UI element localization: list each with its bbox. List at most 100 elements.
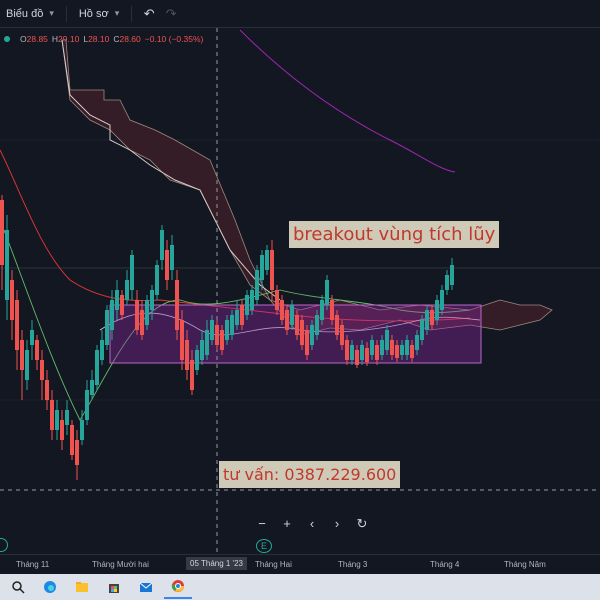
candle-body — [235, 310, 239, 325]
candle-body — [165, 250, 169, 280]
candle-body — [435, 300, 439, 320]
candle-body — [275, 290, 279, 310]
candle-body — [390, 340, 394, 355]
chart-controls: − + ‹ › ↻ — [250, 514, 375, 534]
store-icon — [109, 584, 119, 593]
candle-body — [40, 360, 44, 380]
candle-body — [340, 325, 344, 345]
reset-chart-button[interactable]: ↻ — [350, 514, 374, 534]
candle-body — [210, 320, 214, 340]
chevron-down-icon: ▾ — [114, 8, 120, 18]
candle-body — [425, 310, 429, 330]
candle-body — [315, 315, 319, 335]
redo-icon[interactable]: ↷ — [160, 6, 182, 22]
candle-body — [125, 280, 129, 300]
toolbar-divider — [131, 5, 133, 22]
candle-body — [375, 345, 379, 360]
candle-body — [350, 345, 354, 360]
candle-body — [225, 320, 229, 340]
windows-taskbar — [0, 574, 600, 600]
time-tick: Tháng Mười hai — [92, 560, 149, 569]
candle-body — [365, 348, 369, 362]
candle-body — [345, 340, 349, 360]
scroll-left-button[interactable]: ‹ — [300, 514, 324, 534]
candle-body — [105, 310, 109, 345]
candle-body — [215, 325, 219, 345]
chart-menu-label: Biểu đồ — [6, 7, 44, 20]
time-tick: Tháng 11 — [16, 560, 50, 569]
candle-body — [115, 290, 119, 310]
candle-body — [120, 295, 124, 315]
candle-body — [240, 305, 244, 325]
profile-menu-button[interactable]: Hồ sơ ▾ — [73, 0, 125, 28]
candle-body — [180, 320, 184, 360]
event-marker-icon[interactable]: E — [256, 539, 272, 553]
ma-long-line — [239, 29, 456, 173]
candle-body — [100, 340, 104, 360]
candle-body — [360, 345, 364, 360]
candle-body — [35, 340, 39, 360]
search-taskbar-button[interactable] — [4, 575, 32, 599]
edge-taskbar-button[interactable] — [36, 575, 64, 599]
candle-body — [405, 340, 409, 355]
scroll-right-button[interactable]: › — [325, 514, 349, 534]
breakout-annotation[interactable]: breakout vùng tích lũy — [289, 221, 500, 248]
candle-body — [245, 295, 249, 315]
candle-body — [200, 340, 204, 360]
candle-body — [160, 230, 164, 260]
candle-body — [320, 300, 324, 320]
candle-body — [300, 320, 304, 345]
candle-body — [90, 380, 94, 395]
candle-body — [205, 330, 209, 355]
edge-browser-icon — [44, 581, 56, 593]
candle-body — [330, 300, 334, 320]
candle-body — [450, 265, 454, 285]
candle-body — [410, 345, 414, 358]
time-tick-current: 05 Tháng 1 '23 — [186, 557, 247, 570]
candle-body — [325, 280, 329, 305]
candle-body — [15, 300, 19, 350]
candle-body — [185, 340, 189, 370]
candle-body — [445, 275, 449, 290]
candle-body — [55, 410, 59, 430]
candle-body — [270, 250, 274, 290]
undo-icon[interactable]: ↶ — [138, 6, 160, 22]
candle-body — [260, 255, 264, 280]
time-tick: Tháng Hai — [255, 560, 292, 569]
candle-body — [285, 310, 289, 330]
candle-body — [75, 440, 79, 465]
candle-body — [10, 280, 14, 320]
candle-body — [175, 280, 179, 330]
candle-body — [130, 255, 134, 290]
candle-body — [220, 330, 224, 350]
candle-body — [95, 350, 99, 385]
chart-menu-button[interactable]: Biểu đồ ▾ — [0, 0, 60, 28]
explorer-taskbar-button[interactable] — [68, 575, 96, 599]
candle-body — [430, 310, 434, 325]
store-taskbar-button[interactable] — [100, 575, 128, 599]
candle-body — [150, 290, 154, 310]
chrome-icon — [171, 580, 184, 592]
candle-body — [140, 310, 144, 335]
profile-menu-label: Hồ sơ — [78, 7, 109, 20]
candle-body — [190, 360, 194, 390]
candle-body — [295, 315, 299, 335]
candle-body — [170, 245, 174, 270]
toolbar-divider — [65, 5, 67, 22]
candle-body — [355, 350, 359, 365]
candle-body — [255, 270, 259, 300]
candle-body — [195, 350, 199, 370]
candle-body — [370, 340, 374, 355]
candle-body — [5, 230, 9, 300]
zoom-in-button[interactable]: + — [275, 514, 299, 534]
chrome-taskbar-button[interactable] — [164, 575, 192, 599]
candle-body — [380, 340, 384, 355]
contact-annotation[interactable]: tư vấn: 0387.229.600 — [219, 461, 401, 488]
candle-body — [395, 345, 399, 358]
candle-body — [440, 290, 444, 310]
candle-body — [310, 325, 314, 345]
zoom-out-button[interactable]: − — [250, 514, 274, 534]
mail-taskbar-button[interactable] — [132, 575, 160, 599]
search-icon — [12, 581, 25, 594]
time-axis[interactable]: Tháng 11 Tháng Mười hai 05 Tháng 1 '23 T… — [0, 554, 600, 574]
